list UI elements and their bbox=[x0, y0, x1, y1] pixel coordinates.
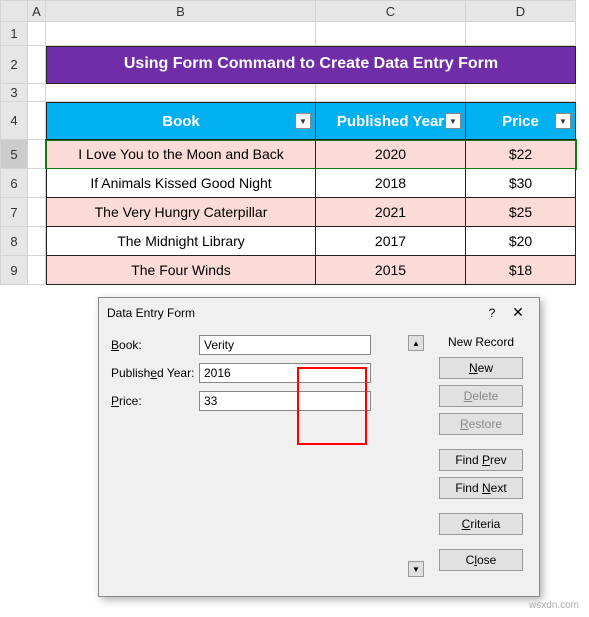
row-header-8[interactable]: 8 bbox=[0, 227, 28, 256]
restore-button[interactable]: Restore bbox=[439, 413, 523, 435]
table-row[interactable]: I Love You to the Moon and Back 2020 $22 bbox=[46, 140, 576, 169]
col-book-header[interactable]: Book ▼ bbox=[46, 102, 316, 140]
close-icon[interactable]: ✕ bbox=[505, 304, 531, 321]
new-button[interactable]: New bbox=[439, 357, 523, 379]
filter-dropdown-icon[interactable]: ▼ bbox=[555, 113, 571, 129]
dialog-titlebar[interactable]: Data Entry Form ? ✕ bbox=[99, 298, 539, 327]
scrollbar[interactable]: ▲ ▼ bbox=[407, 335, 425, 577]
book-field[interactable] bbox=[199, 335, 371, 355]
row-header-2[interactable]: 2 bbox=[0, 46, 28, 84]
row-header-3[interactable]: 3 bbox=[0, 84, 28, 102]
cell-book[interactable]: The Midnight Library bbox=[46, 227, 316, 256]
cell-year[interactable]: 2021 bbox=[316, 198, 466, 227]
price-label: Price: bbox=[111, 394, 199, 408]
col-header-B[interactable]: B bbox=[46, 0, 316, 22]
cell-book[interactable]: The Very Hungry Caterpillar bbox=[46, 198, 316, 227]
cell-price[interactable]: $18 bbox=[466, 256, 576, 285]
cell-price[interactable]: $30 bbox=[466, 169, 576, 198]
header-label: Published Year bbox=[337, 113, 444, 130]
row-header-6[interactable]: 6 bbox=[0, 169, 28, 198]
col-header-A[interactable]: A bbox=[28, 0, 46, 22]
row-header-5[interactable]: 5 bbox=[0, 140, 28, 169]
help-icon[interactable]: ? bbox=[479, 306, 505, 320]
cell-year[interactable]: 2017 bbox=[316, 227, 466, 256]
dialog-buttons: New Record New Delete Restore Find Prev … bbox=[435, 335, 527, 577]
select-all-corner[interactable] bbox=[0, 0, 28, 22]
cell-book[interactable]: The Four Winds bbox=[46, 256, 316, 285]
column-headers: A B C D bbox=[0, 0, 589, 22]
header-label: Price bbox=[502, 113, 539, 130]
header-label: Book bbox=[162, 113, 200, 130]
spreadsheet-area: A B C D 1 2 Using Form Command to Create… bbox=[0, 0, 589, 285]
col-header-C[interactable]: C bbox=[316, 0, 466, 22]
table-row[interactable]: If Animals Kissed Good Night 2018 $30 bbox=[46, 169, 576, 198]
row-header-7[interactable]: 7 bbox=[0, 198, 28, 227]
dialog-title: Data Entry Form bbox=[107, 306, 479, 320]
cell-year[interactable]: 2018 bbox=[316, 169, 466, 198]
scroll-down-icon[interactable]: ▼ bbox=[408, 561, 424, 577]
cell-year[interactable]: 2020 bbox=[316, 140, 466, 169]
cell-book[interactable]: I Love You to the Moon and Back bbox=[46, 140, 316, 169]
data-entry-form-dialog: Data Entry Form ? ✕ Book: Published Year… bbox=[98, 297, 540, 597]
find-prev-button[interactable]: Find Prev bbox=[439, 449, 523, 471]
cell-price[interactable]: $20 bbox=[466, 227, 576, 256]
criteria-button[interactable]: Criteria bbox=[439, 513, 523, 535]
row-header-9[interactable]: 9 bbox=[0, 256, 28, 285]
col-header-D[interactable]: D bbox=[466, 0, 576, 22]
cell-price[interactable]: $25 bbox=[466, 198, 576, 227]
cell-year[interactable]: 2015 bbox=[316, 256, 466, 285]
page-title: Using Form Command to Create Data Entry … bbox=[46, 46, 576, 84]
year-field[interactable] bbox=[199, 363, 371, 383]
table-header-row: Book ▼ Published Year ▼ Price ▼ bbox=[46, 102, 576, 140]
price-field[interactable] bbox=[199, 391, 371, 411]
scroll-up-icon[interactable]: ▲ bbox=[408, 335, 424, 351]
table-row[interactable]: The Midnight Library 2017 $20 bbox=[46, 227, 576, 256]
filter-dropdown-icon[interactable]: ▼ bbox=[445, 113, 461, 129]
row-header-4[interactable]: 4 bbox=[0, 102, 28, 140]
filter-dropdown-icon[interactable]: ▼ bbox=[295, 113, 311, 129]
cell-price[interactable]: $22 bbox=[466, 140, 576, 169]
year-label: Published Year: bbox=[111, 366, 199, 380]
watermark: wsxdn.com bbox=[529, 600, 579, 611]
row-header-1[interactable]: 1 bbox=[0, 22, 28, 46]
record-status: New Record bbox=[435, 335, 527, 349]
col-year-header[interactable]: Published Year ▼ bbox=[316, 102, 466, 140]
table-row[interactable]: The Very Hungry Caterpillar 2021 $25 bbox=[46, 198, 576, 227]
book-label: Book: bbox=[111, 338, 199, 352]
table-row[interactable]: The Four Winds 2015 $18 bbox=[46, 256, 576, 285]
find-next-button[interactable]: Find Next bbox=[439, 477, 523, 499]
form-fields: Book: Published Year: Price: bbox=[111, 335, 397, 577]
cell-book[interactable]: If Animals Kissed Good Night bbox=[46, 169, 316, 198]
close-button[interactable]: Close bbox=[439, 549, 523, 571]
delete-button[interactable]: Delete bbox=[439, 385, 523, 407]
col-price-header[interactable]: Price ▼ bbox=[466, 102, 576, 140]
